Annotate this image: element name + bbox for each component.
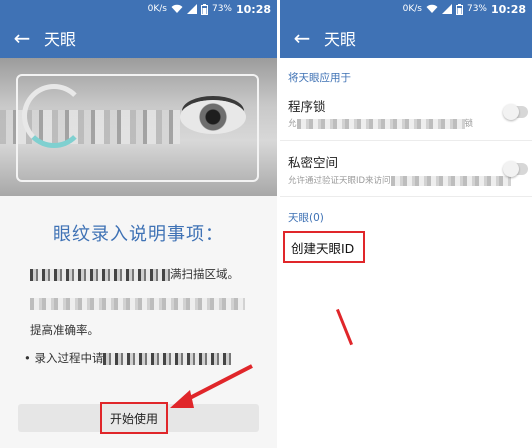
network-speed: 0K/s bbox=[402, 4, 422, 14]
private-space-title[interactable]: 私密空间 bbox=[288, 152, 338, 171]
section-header-apply: 将天眼应用于 bbox=[288, 72, 351, 84]
redacted-text bbox=[390, 175, 511, 186]
app-lock-title[interactable]: 程序锁 bbox=[288, 96, 326, 115]
back-arrow-icon[interactable]: ← bbox=[280, 18, 324, 58]
row-divider bbox=[280, 196, 532, 197]
battery-icon bbox=[200, 3, 208, 15]
wifi-icon bbox=[426, 4, 438, 13]
page-title: 天眼 bbox=[44, 30, 77, 49]
create-eye-id-button[interactable]: 创建天眼ID bbox=[283, 231, 365, 263]
back-arrow-icon[interactable]: ← bbox=[0, 18, 44, 58]
instruction-line-2 bbox=[30, 296, 245, 310]
app-lock-subtitle: 允锁 bbox=[288, 118, 474, 129]
signal-icon bbox=[186, 4, 197, 14]
battery-percent: 73% bbox=[211, 4, 232, 14]
status-bar: 0K/s 73% 10:28 bbox=[280, 0, 532, 18]
settings-screen: 0K/s 73% 10:28 ← 天眼 将天眼应用于 程序锁 允锁 私密空间 允… bbox=[280, 0, 532, 448]
clock: 10:28 bbox=[235, 2, 271, 16]
redacted-text bbox=[30, 297, 245, 310]
annotation-arrow-icon bbox=[170, 364, 253, 408]
status-bar: 0K/s 73% 10:28 bbox=[0, 0, 277, 18]
battery-icon bbox=[455, 3, 463, 15]
instruction-line-1: 满扫描区域。 bbox=[30, 266, 239, 282]
start-button[interactable]: 开始使用 bbox=[100, 402, 168, 434]
private-space-subtitle: 允许通过验证天眼ID来访问 bbox=[288, 174, 511, 186]
page-title: 天眼 bbox=[324, 30, 357, 49]
network-speed: 0K/s bbox=[147, 4, 167, 14]
clock: 10:28 bbox=[490, 2, 526, 16]
section-header-eyes: 天眼(0) bbox=[288, 212, 324, 224]
row-divider bbox=[280, 140, 532, 141]
redacted-text bbox=[296, 118, 465, 129]
empty-list-area bbox=[280, 268, 532, 448]
private-space-toggle[interactable] bbox=[503, 161, 528, 177]
wifi-icon bbox=[171, 4, 183, 13]
redacted-text bbox=[30, 268, 170, 281]
app-bar: ← 天眼 bbox=[280, 18, 532, 58]
battery-percent: 73% bbox=[466, 4, 487, 14]
eye-scan-banner bbox=[0, 58, 277, 196]
scan-ring-icon bbox=[22, 84, 86, 148]
enroll-screen: 0K/s 73% 10:28 ← 天眼 眼纹录入说明事项： 满扫描区域。 提高准… bbox=[0, 0, 277, 448]
app-bar: ← 天眼 bbox=[0, 18, 277, 58]
app-lock-toggle[interactable] bbox=[503, 104, 528, 120]
eye-image bbox=[180, 100, 246, 134]
signal-icon bbox=[441, 4, 452, 14]
intro-title: 眼纹录入说明事项： bbox=[53, 224, 224, 245]
instruction-line-3: 提高准确率。 bbox=[30, 323, 99, 337]
